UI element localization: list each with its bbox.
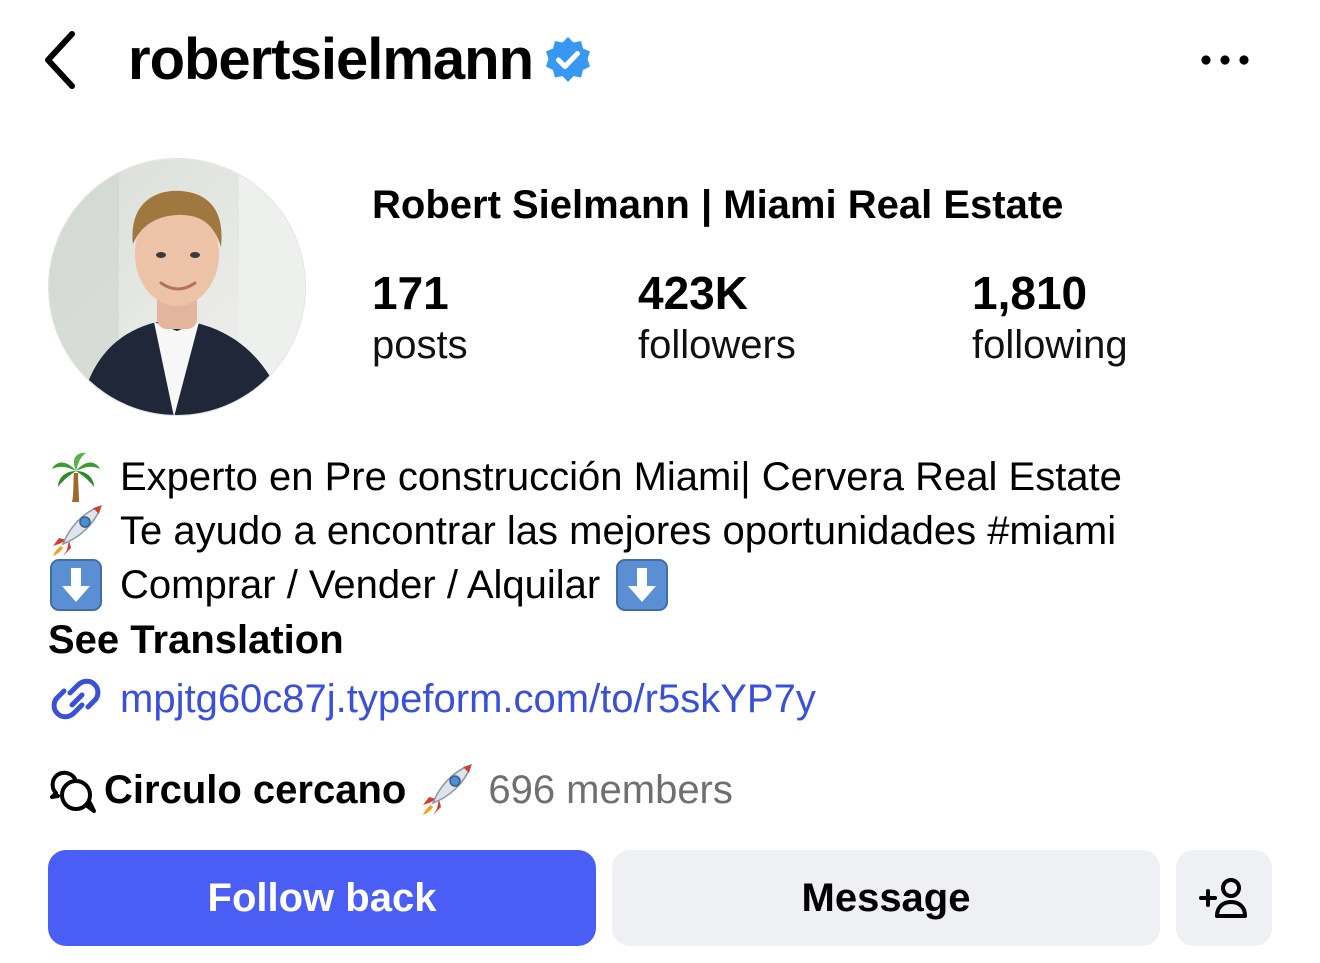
username-title: robertsielmann <box>128 24 593 96</box>
posts-stat[interactable]: 171 posts <box>372 266 468 370</box>
bio-text: Experto en Pre construcción Miami| Cerve… <box>120 455 1122 499</box>
bio-line: Experto en Pre construcción Miami| Cerve… <box>48 450 1288 504</box>
full-name: Robert Sielmann | Miami Real Estate <box>372 183 1064 227</box>
add-person-icon <box>1199 878 1247 918</box>
message-button[interactable]: Message <box>612 850 1160 946</box>
external-link[interactable]: mpjtg60c87j.typeform.com/to/r5skYP7y <box>48 670 816 728</box>
username: robertsielmann <box>128 27 534 92</box>
followers-stat[interactable]: 423K followers <box>638 266 796 370</box>
back-button[interactable] <box>32 26 88 94</box>
follow-back-button[interactable]: Follow back <box>48 850 596 946</box>
bio-text: Te ayudo a encontrar las mejores oportun… <box>120 509 1117 553</box>
bio-text: Comprar / Vender / Alquilar <box>120 563 601 607</box>
see-translation-link[interactable]: See Translation <box>48 614 344 666</box>
channel-members: 696 members <box>488 768 733 812</box>
link-text[interactable]: mpjtg60c87j.typeform.com/to/r5skYP7y <box>120 671 816 727</box>
verified-badge-icon <box>543 35 593 85</box>
down-arrow-icon <box>48 558 104 612</box>
following-stat[interactable]: 1,810 following <box>972 266 1128 370</box>
follow-back-label: Follow back <box>207 875 437 920</box>
following-count: 1,810 <box>972 267 1088 319</box>
following-label: following <box>972 323 1128 367</box>
channel-name: Circulo cercano <box>104 768 407 812</box>
profile-header: robertsielmann <box>0 0 1320 120</box>
broadcast-chat-icon <box>48 765 98 815</box>
bio-line: Te ayudo a encontrar las mejores oportun… <box>48 504 1288 558</box>
more-options-button[interactable] <box>1192 38 1258 82</box>
chevron-left-icon <box>45 31 75 89</box>
more-horizontal-icon <box>1201 55 1249 65</box>
rocket-icon <box>418 763 474 817</box>
posts-label: posts <box>372 323 468 367</box>
palm-tree-icon <box>48 450 104 504</box>
profile-avatar[interactable] <box>48 158 306 416</box>
broadcast-channel[interactable]: Circulo cercano 696 members <box>48 762 733 818</box>
link-icon <box>48 671 104 727</box>
posts-count: 171 <box>372 267 449 319</box>
followers-label: followers <box>638 323 796 367</box>
message-label: Message <box>801 875 971 920</box>
suggested-accounts-button[interactable] <box>1176 850 1272 946</box>
bio-line: Comprar / Vender / Alquilar <box>48 558 1288 612</box>
rocket-icon <box>48 504 104 558</box>
down-arrow-icon <box>614 558 670 612</box>
bio: Experto en Pre construcción Miami| Cerve… <box>48 450 1288 612</box>
followers-count: 423K <box>638 267 748 319</box>
